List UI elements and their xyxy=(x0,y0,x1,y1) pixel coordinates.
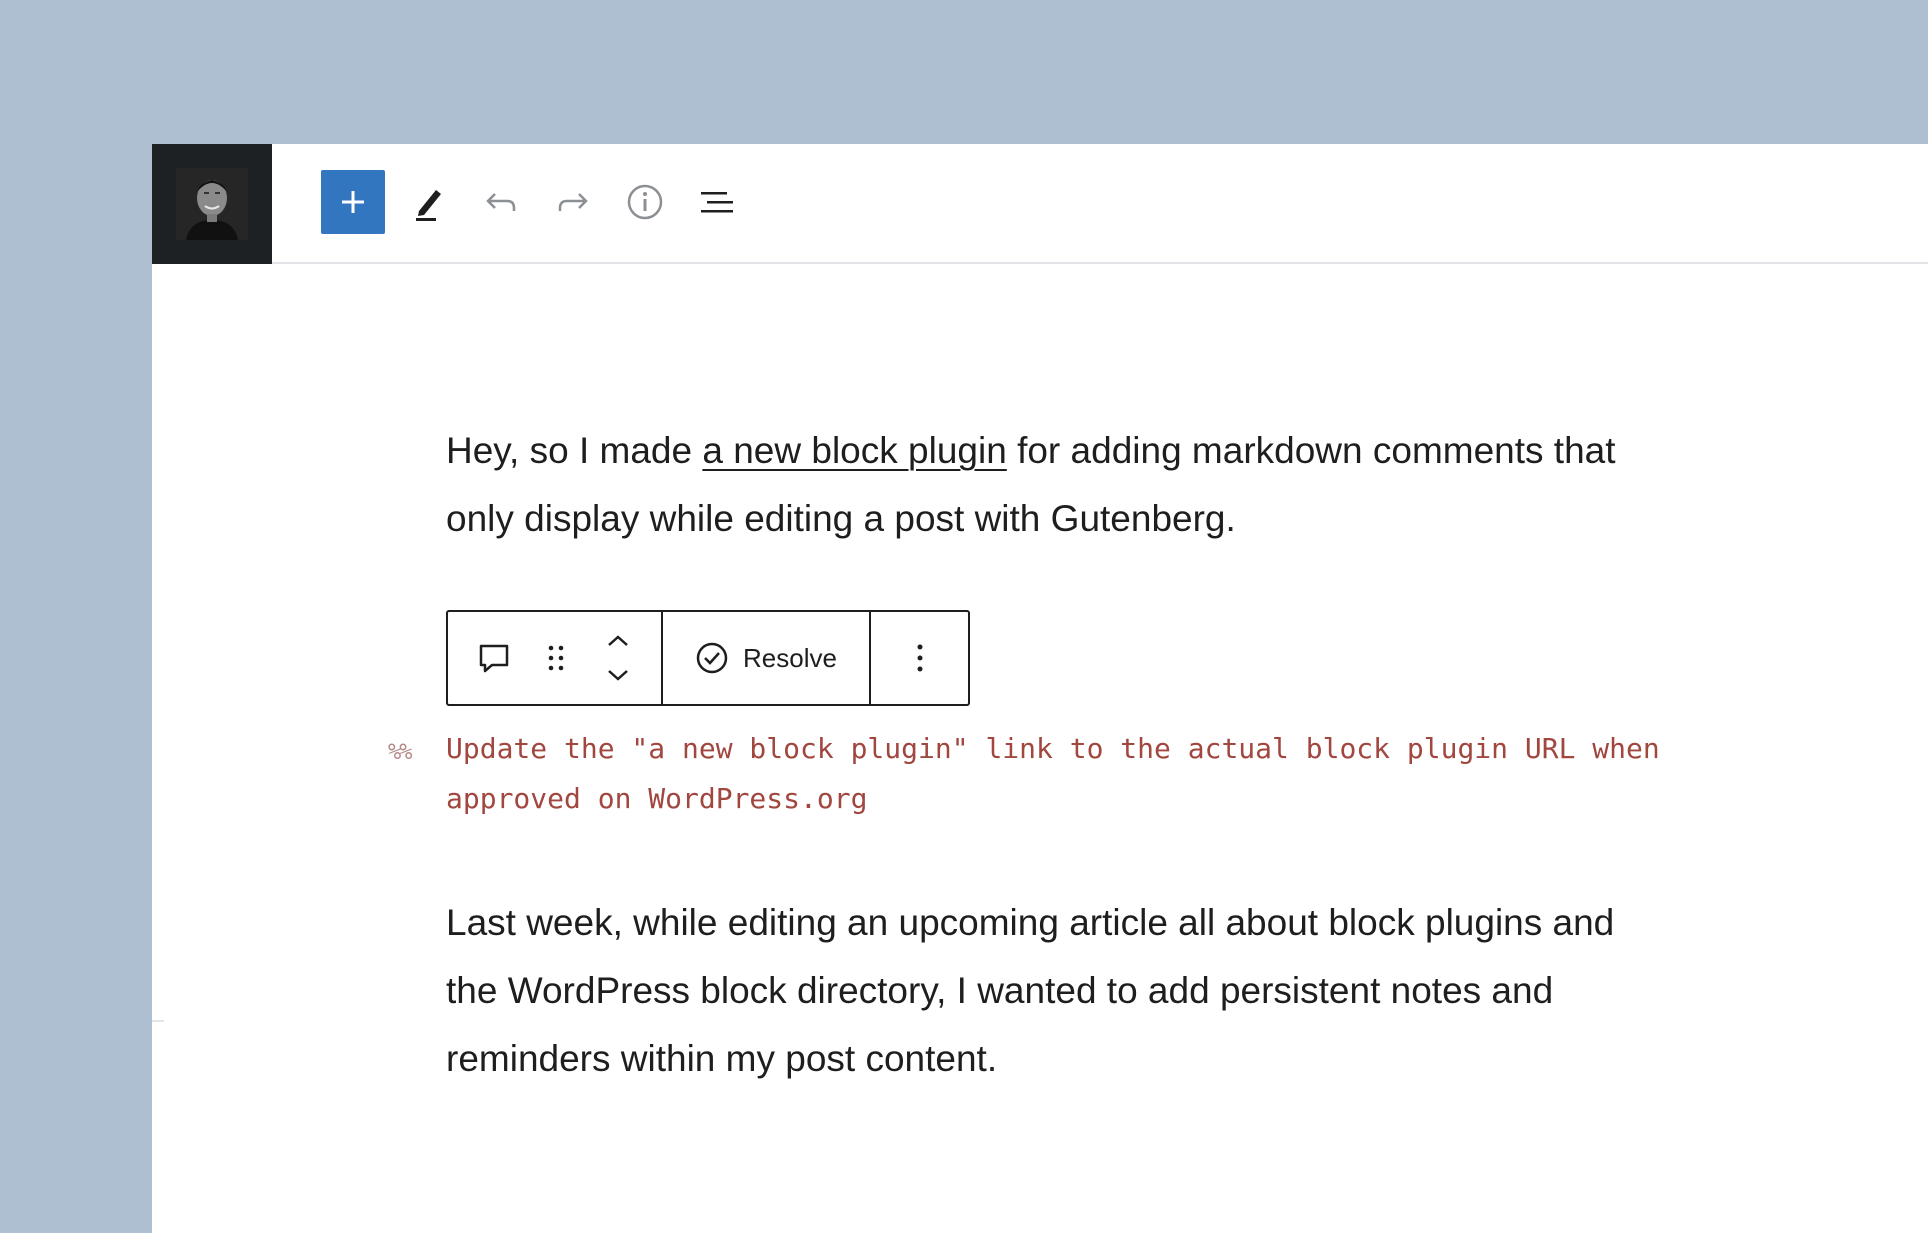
markdown-comment-block[interactable]: Update the "a new block plugin" link to … xyxy=(446,724,1686,824)
redo-button[interactable] xyxy=(541,170,605,234)
drag-handle-button[interactable] xyxy=(536,626,576,690)
undo-button[interactable] xyxy=(469,170,533,234)
plugin-link[interactable]: a new block plugin xyxy=(702,430,1006,471)
note-prefix: %% xyxy=(388,740,412,765)
paragraph-text: Hey, so I made xyxy=(446,430,703,471)
paragraph-block[interactable]: Hey, so I made a new block plugin for ad… xyxy=(446,417,1626,553)
tools-button[interactable] xyxy=(397,170,461,234)
chevron-up-icon[interactable] xyxy=(604,631,632,651)
divider xyxy=(152,1020,164,1022)
block-mover xyxy=(598,626,638,690)
block-toolbar-group xyxy=(871,612,968,704)
redo-icon xyxy=(558,193,588,211)
undo-icon xyxy=(486,193,516,211)
resolve-button[interactable]: Resolve xyxy=(695,626,837,690)
more-options-button[interactable] xyxy=(914,626,926,690)
avatar xyxy=(176,168,248,240)
editor-header xyxy=(152,144,1928,264)
block-type-button[interactable] xyxy=(474,626,514,690)
list-view-button[interactable] xyxy=(685,170,749,234)
details-button[interactable] xyxy=(613,170,677,234)
add-block-button[interactable] xyxy=(321,170,385,234)
plus-icon xyxy=(342,191,364,213)
drag-handle-icon xyxy=(548,645,564,671)
resolve-label: Resolve xyxy=(743,642,837,673)
pencil-icon xyxy=(416,190,441,221)
block-toolbar: Resolve xyxy=(446,610,970,706)
check-circle-icon xyxy=(696,642,728,674)
site-icon-button[interactable] xyxy=(152,144,272,264)
more-vertical-icon xyxy=(917,644,922,672)
block-toolbar-group: Resolve xyxy=(663,612,871,704)
info-icon xyxy=(627,184,663,220)
list-view-icon xyxy=(701,192,733,213)
comment-icon xyxy=(479,644,509,673)
chevron-down-icon[interactable] xyxy=(604,665,632,685)
paragraph-block[interactable]: Last week, while editing an upcoming art… xyxy=(446,889,1626,1093)
block-toolbar-group xyxy=(448,612,663,704)
editor-canvas: Hey, so I made a new block plugin for ad… xyxy=(152,144,1928,1233)
